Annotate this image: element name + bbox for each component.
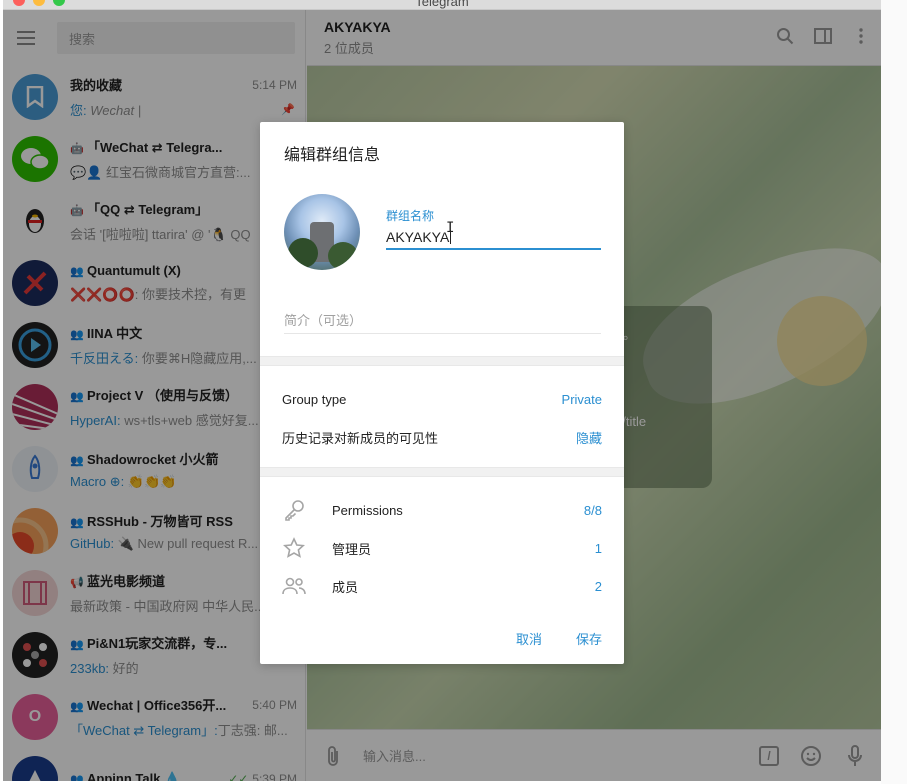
save-button[interactable]: 保存: [576, 629, 602, 648]
group-name-label: 群组名称: [386, 209, 435, 223]
title-bar: Telegram: [3, 0, 881, 10]
window-title: Telegram: [415, 0, 469, 9]
dialog-title: 编辑群组信息: [284, 147, 381, 164]
edit-group-dialog: 编辑群组信息 群组名称 AKYAKYA I 简介（可选） Group type …: [260, 122, 624, 664]
history-visibility-row[interactable]: 历史记录对新成员的可见性 隐藏: [282, 427, 602, 447]
administrators-row[interactable]: 管理员 1: [282, 535, 602, 561]
group-type-label: Group type: [282, 391, 347, 407]
ibeam-cursor-icon: I: [446, 220, 455, 236]
group-type-row[interactable]: Group type Private: [282, 389, 602, 409]
permissions-value: 8/8: [583, 502, 602, 518]
members-value: 2: [594, 578, 602, 594]
star-icon: [282, 536, 306, 560]
group-name-input[interactable]: AKYAKYA: [386, 226, 601, 250]
group-name-value: AKYAKYA: [386, 229, 450, 245]
group-photo[interactable]: [284, 194, 360, 270]
permissions-label: Permissions: [332, 502, 403, 518]
members-row[interactable]: 成员 2: [282, 573, 602, 599]
cancel-button[interactable]: 取消: [516, 629, 542, 648]
members-label: 成员: [332, 579, 359, 595]
administrators-label: 管理员: [332, 541, 372, 557]
section-divider: [260, 467, 624, 477]
section-divider: [260, 356, 624, 366]
people-icon: [282, 574, 306, 598]
history-visibility-value[interactable]: 隐藏: [576, 428, 602, 447]
history-visibility-label: 历史记录对新成员的可见性: [282, 430, 439, 446]
description-input[interactable]: 简介（可选）: [284, 310, 601, 334]
desktop-background: [881, 0, 907, 784]
permissions-row[interactable]: Permissions 8/8: [282, 497, 602, 523]
group-type-value[interactable]: Private: [562, 392, 602, 407]
administrators-value: 1: [594, 540, 602, 556]
key-icon: [282, 498, 306, 522]
